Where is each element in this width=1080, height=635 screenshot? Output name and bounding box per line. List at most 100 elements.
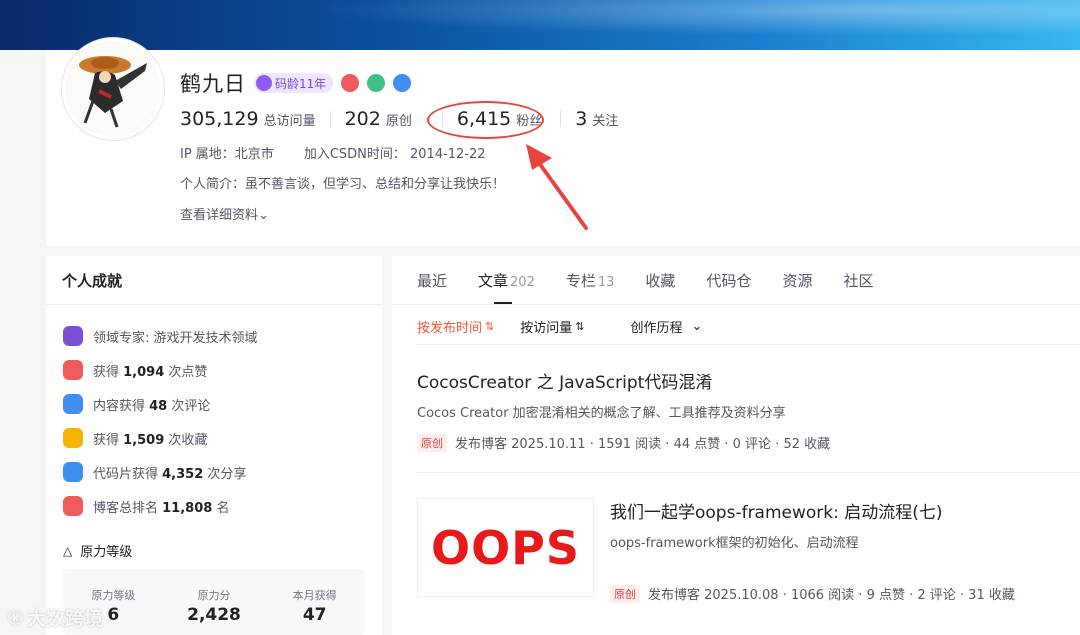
article-item[interactable]: 我们一起学oops-framework: 启动流程(七) oops-framew… xyxy=(610,498,1070,603)
stat-following-value: 3 xyxy=(575,108,588,130)
watermark: ⓚ 大数跨境 xyxy=(8,604,103,631)
avatar[interactable] xyxy=(62,38,164,140)
rank-icon xyxy=(63,496,83,516)
stat-divider xyxy=(329,111,331,127)
tab-community[interactable]: 社区 xyxy=(843,270,873,294)
monthly-gain-label: 本月获得 xyxy=(292,589,337,602)
achievement-item: 获得 1,509 次收藏 xyxy=(63,421,258,455)
tab-recent[interactable]: 最近 xyxy=(417,270,447,294)
watermark-logo-icon: ⓚ xyxy=(8,609,24,627)
level-cell: 原力分 2,428 xyxy=(164,569,265,635)
article-desc: oops-framework框架的初始化、启动流程 xyxy=(610,536,859,551)
favorite-icon xyxy=(63,428,83,448)
sort-icon: ⇅ xyxy=(575,320,585,333)
ip-location: IP 属地：北京市 xyxy=(180,147,274,162)
content-tabs: 最近 文章 202 专栏 13 收藏 代码仓 资源 社区 xyxy=(417,270,873,304)
annotation-arrow-icon xyxy=(526,144,588,230)
sort-by-views-label: 按访问量 xyxy=(520,321,573,336)
original-tag: 原创 xyxy=(610,584,640,603)
stat-visits-value: 305,129 xyxy=(180,108,259,130)
divider xyxy=(392,304,1080,305)
stat-following[interactable]: 3 关注 xyxy=(575,108,618,130)
tab-favorites[interactable]: 收藏 xyxy=(645,270,675,294)
sort-by-date-label: 按发布时间 xyxy=(417,321,483,336)
tab-label: 资源 xyxy=(782,272,813,290)
watermark-text: 大数跨境 xyxy=(27,608,104,630)
like-icon xyxy=(63,360,83,380)
article-item[interactable]: CocosCreator 之 JavaScript代码混淆 Cocos Crea… xyxy=(417,368,1080,452)
achievement-prefix: 领域专家: xyxy=(93,330,154,346)
comment-icon xyxy=(63,394,83,414)
sort-by-date[interactable]: 按发布时间 ⇅ xyxy=(417,317,494,336)
achievement-suffix: 次评论 xyxy=(167,398,211,414)
article-thumbnail[interactable]: OOPS xyxy=(417,498,594,597)
fans-highlight-circle xyxy=(427,101,544,139)
achievement-suffix: 名 xyxy=(212,500,230,516)
article-title[interactable]: 我们一起学oops-framework: 启动流程(七) xyxy=(610,498,1070,523)
view-details-link[interactable]: 查看详细资料⌄ xyxy=(180,204,269,223)
achievement-prefix: 获得 xyxy=(93,432,124,448)
level-stats: 原力等级 6 原力分 2,428 本月获得 47 xyxy=(63,569,365,635)
content-panel: 最近 文章 202 专栏 13 收藏 代码仓 资源 社区 按发布时间 ⇅ 按访问量 ⇅ … xyxy=(392,256,1080,635)
achievement-item: 获得 1,094 次点赞 xyxy=(63,353,258,387)
tab-columns[interactable]: 专栏 13 xyxy=(566,270,615,294)
achievement-suffix: 次分享 xyxy=(203,466,247,482)
achievement-text: 代码片获得 4,352 次分享 xyxy=(93,463,246,482)
achievement-item: 内容获得 48 次评论 xyxy=(63,387,258,421)
stat-visits: 305,129 总访问量 xyxy=(180,108,316,130)
achievement-list: 领域专家: 游戏开发技术领域获得 1,094 次点赞内容获得 48 次评论 获得 … xyxy=(63,319,258,523)
achievement-text: 获得 1,509 次收藏 xyxy=(93,429,207,448)
achievement-count: 4,352 xyxy=(162,466,204,482)
divider xyxy=(417,344,1080,345)
achievement-count: 1,509 xyxy=(123,432,165,448)
divider xyxy=(417,472,1080,473)
blog-expert-icon[interactable] xyxy=(341,74,360,92)
tab-label: 专栏 xyxy=(565,272,596,290)
chevron-down-icon: ⌄ xyxy=(691,319,703,334)
creation-history-dropdown[interactable]: 创作历程 ⌄ xyxy=(630,317,702,336)
avatar-illustration xyxy=(65,41,161,137)
achievement-prefix: 获得 xyxy=(93,364,124,380)
tab-label: 代码仓 xyxy=(706,272,752,290)
sort-by-views[interactable]: 按访问量 ⇅ xyxy=(520,317,584,336)
achievement-prefix: 代码片获得 xyxy=(93,466,163,482)
article-desc: Cocos Creator 加密混淆相关的概念了解、工具推荐及资料分享 xyxy=(417,406,786,421)
tab-label: 最近 xyxy=(417,272,448,290)
achievement-suffix: 次点赞 xyxy=(164,364,208,380)
tab-articles[interactable]: 文章 202 xyxy=(478,270,535,304)
tab-count: 202 xyxy=(510,275,535,290)
stat-original[interactable]: 202 原创 xyxy=(345,108,412,130)
creation-history-label: 创作历程 xyxy=(630,321,683,336)
achievement-prefix: 博客总排名 xyxy=(93,500,163,516)
tab-code-repo[interactable]: 代码仓 xyxy=(706,270,751,294)
sort-icon: ⇅ xyxy=(485,320,495,333)
community-icon[interactable] xyxy=(367,74,386,92)
male-gender-icon xyxy=(393,74,412,92)
achievement-text: 博客总排名 11,808 名 xyxy=(93,497,229,516)
achievement-text: 内容获得 48 次评论 xyxy=(93,395,210,414)
article-title[interactable]: CocosCreator 之 JavaScript代码混淆 xyxy=(417,368,1080,393)
achievement-item: 博客总排名 11,808 名 xyxy=(63,489,258,523)
chevron-down-icon: ⌄ xyxy=(258,208,269,223)
achievements-panel: 个人成就 领域专家: 游戏开发技术领域获得 1,094 次点赞内容获得 48 次… xyxy=(46,256,382,635)
account-age-label: 码龄11年 xyxy=(275,76,327,91)
level-title: △ 原力等级 xyxy=(63,541,132,561)
achievement-suffix: 游戏开发技术领域 xyxy=(153,330,258,346)
stat-original-label: 原创 xyxy=(385,114,412,129)
stat-visits-label: 总访问量 xyxy=(263,114,316,129)
bio: 个人简介：虽不善言谈，但学习、总结和分享让我快乐！ xyxy=(180,177,506,192)
achievement-item: 代码片获得 4,352 次分享 xyxy=(63,455,258,489)
stats-row: 305,129 总访问量 202 原创 6,415 粉丝 3 关注 xyxy=(180,108,618,130)
achievements-title: 个人成就 xyxy=(62,272,123,290)
article-meta-text: 发布博客 2025.10.08 · 1066 阅读 · 9 点赞 · 2 评论 … xyxy=(648,588,1015,603)
level-label: 原力等级 xyxy=(91,589,136,602)
article-meta: 原创 发布博客 2025.10.11 · 1591 阅读 · 44 点赞 · 0… xyxy=(417,433,1080,452)
tab-resources[interactable]: 资源 xyxy=(782,270,812,294)
account-age-badge[interactable]: 码龄11年 xyxy=(254,73,334,93)
original-tag: 原创 xyxy=(417,433,447,452)
achievement-count: 48 xyxy=(149,398,168,414)
expert-icon xyxy=(63,326,83,346)
triangle-icon: △ xyxy=(63,543,73,558)
thumbnail-text: OOPS xyxy=(430,520,581,575)
join-date: 加入CSDN时间： 2014-12-22 xyxy=(303,147,486,162)
